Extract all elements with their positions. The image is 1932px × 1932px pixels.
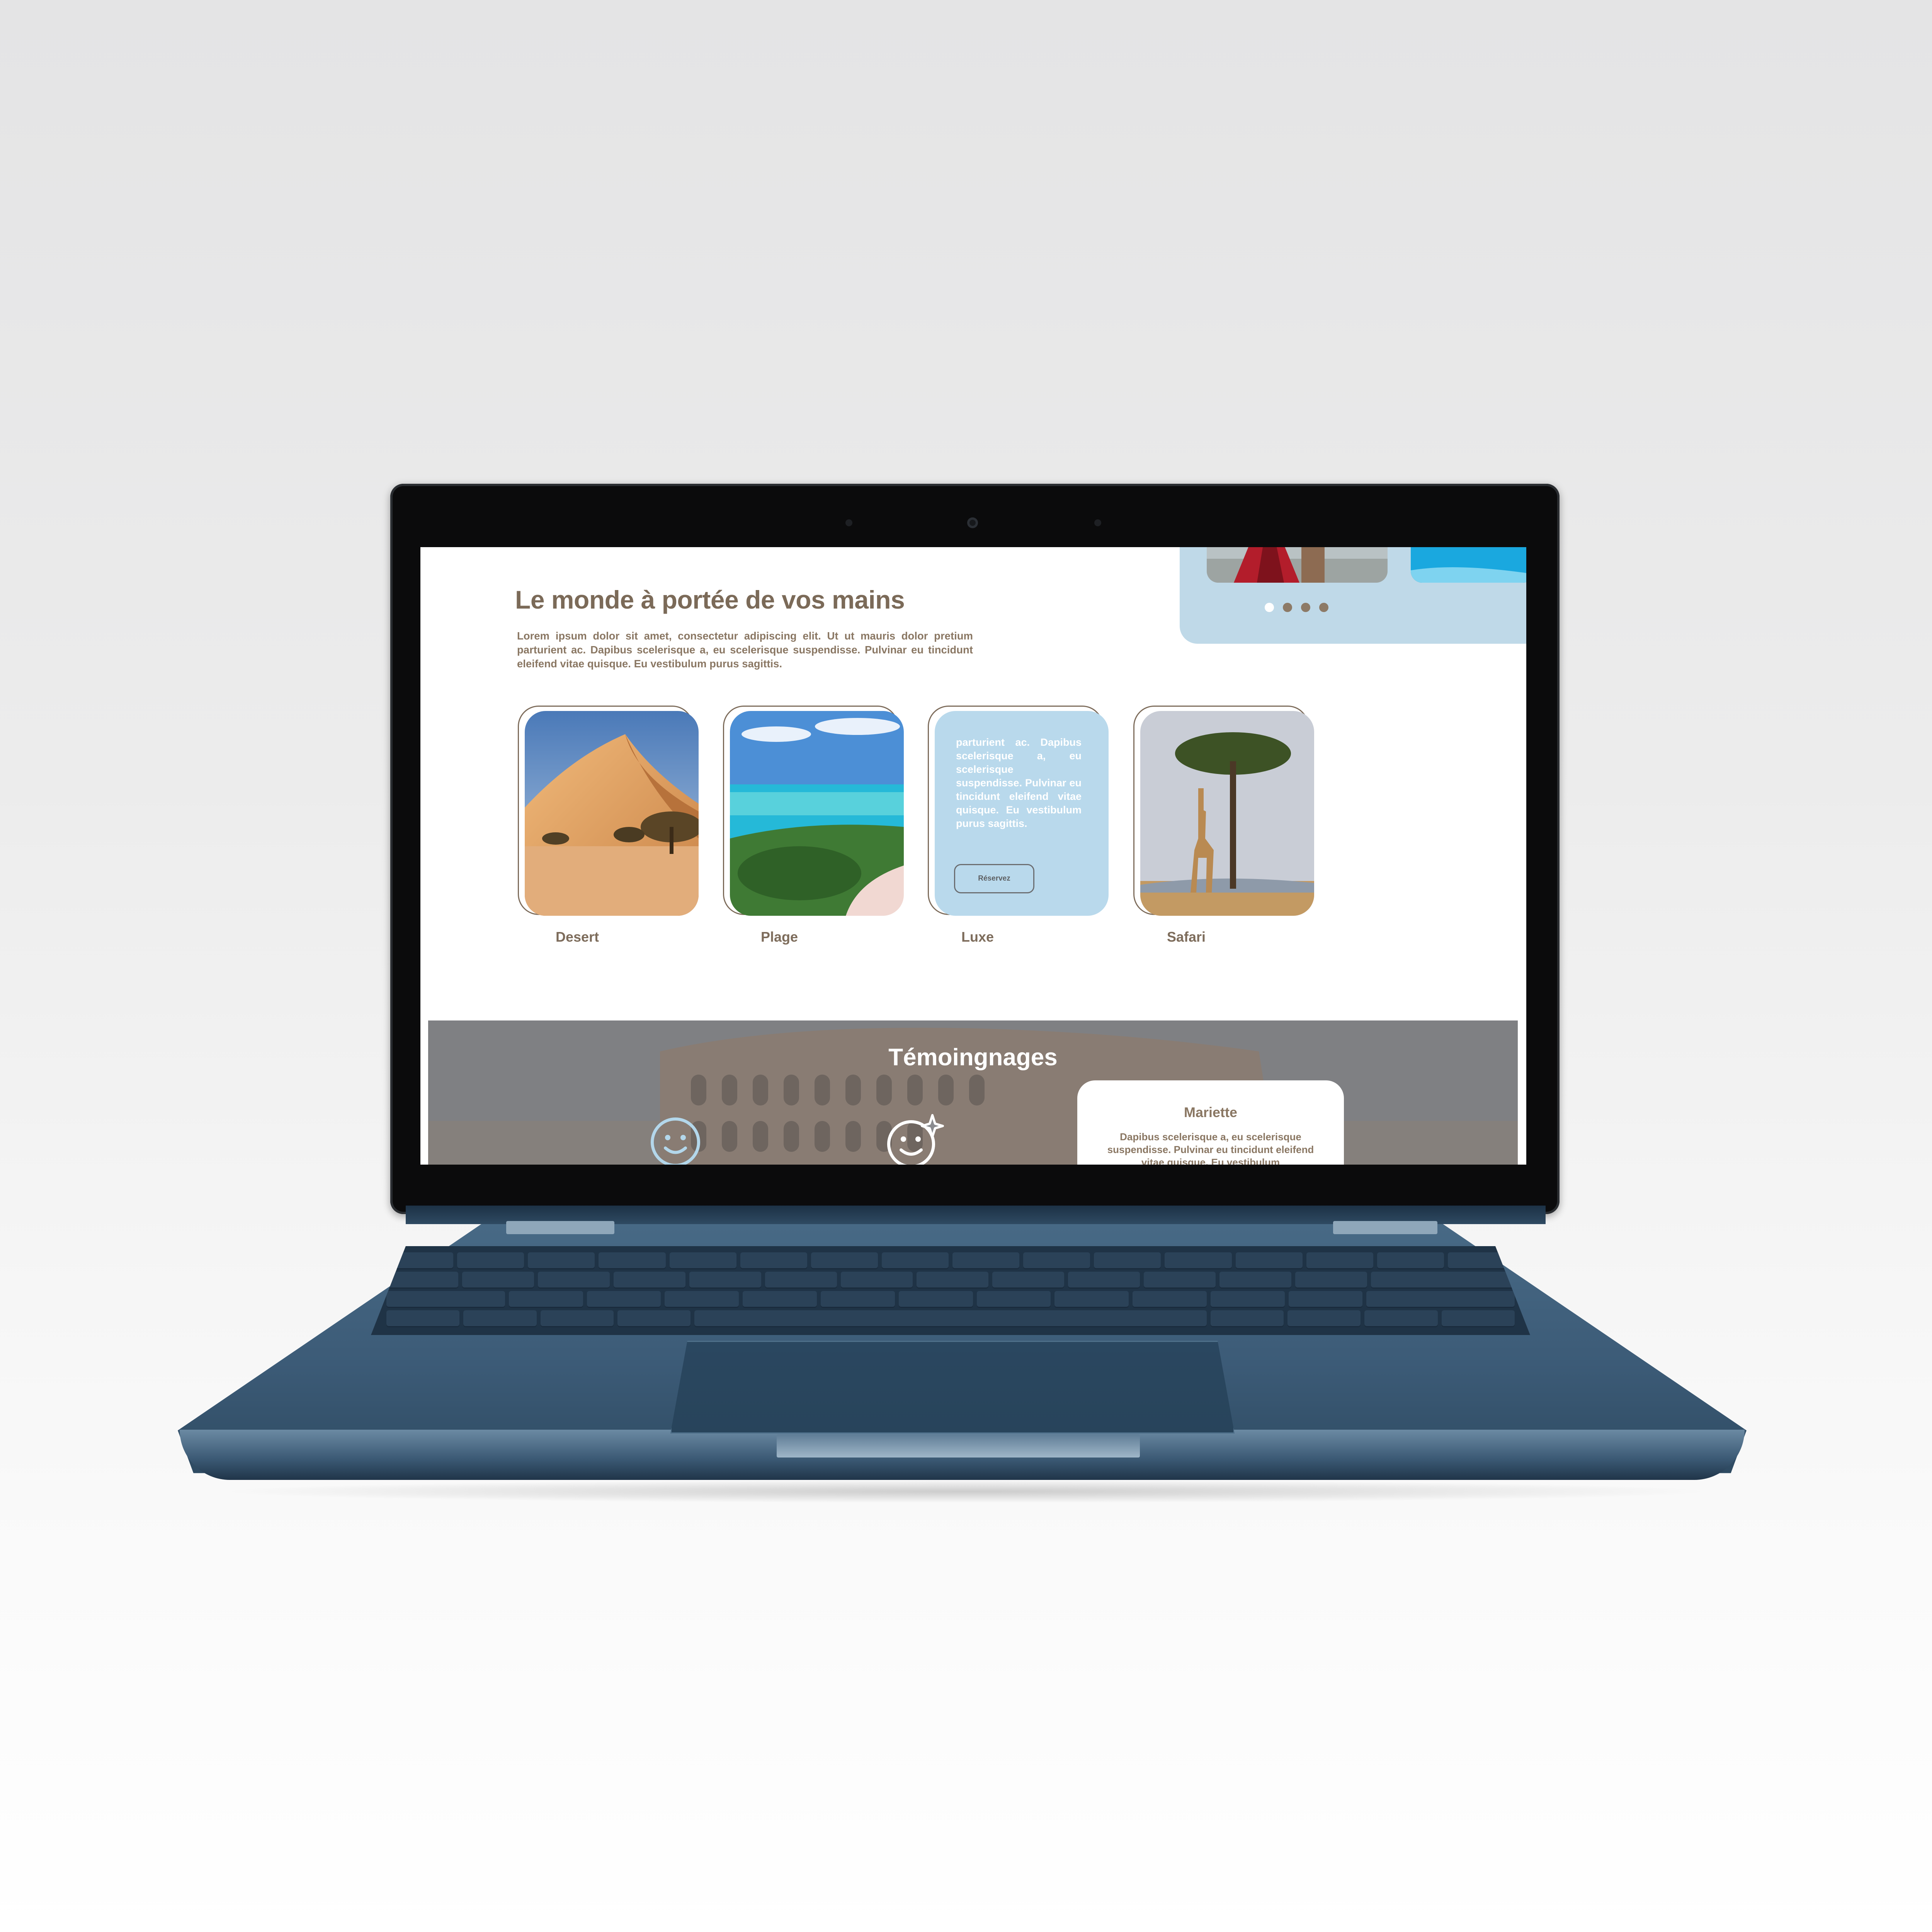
category-card-luxe[interactable]: parturient ac. Dapibus scelerisque a, eu… [928,706,1109,945]
lid-opening-notch [777,1434,1140,1458]
browser-viewport: Le monde à portée de vos mains Lorem ips… [420,547,1526,1165]
intro-paragraph: Lorem ipsum dolor sit amet, consectetur … [517,630,973,670]
card-label: Desert [556,929,599,945]
safari-image [1140,711,1314,916]
colosseum-background [428,1020,1518,1165]
card-label: Luxe [961,929,994,945]
hinge-right [1333,1221,1437,1234]
category-card-safari[interactable]: Safari [1133,706,1315,945]
beach-image [730,711,904,916]
sensor-dot [845,519,852,526]
testimonials-section: Témoingnages Mariette Dapibus scelerisqu… [428,1020,1518,1165]
smile-icon[interactable] [648,1115,702,1165]
slider-image-pool[interactable] [1411,547,1526,583]
luxe-info-panel: parturient ac. Dapibus scelerisque a, eu… [935,711,1109,916]
desert-image [525,711,699,916]
hinge-left [506,1221,614,1234]
card-label: Plage [761,929,798,945]
page-title: Le monde à portée de vos mains [515,585,905,614]
slider-dot[interactable] [1283,603,1292,612]
slider-dot[interactable] [1319,603,1328,612]
webcam-icon [967,517,978,528]
testimonial-card: Mariette Dapibus scelerisque a, eu scele… [1077,1080,1344,1165]
card-label: Safari [1167,929,1206,945]
slider-dot[interactable] [1265,603,1274,612]
slider-dot[interactable] [1301,603,1310,612]
category-card-desert[interactable]: Desert [518,706,699,945]
touchpad[interactable] [670,1341,1235,1434]
testimonial-author: Mariette [1184,1104,1238,1120]
category-card-plage[interactable]: Plage [723,706,905,945]
keyboard [371,1246,1530,1335]
sparkle-smile-icon[interactable] [884,1111,946,1165]
sensor-dot [1094,519,1101,526]
hero-slider [1180,547,1526,644]
laptop-shadow [216,1480,1716,1503]
testimonials-title: Témoingnages [888,1044,1058,1071]
slider-image-market[interactable] [1207,547,1388,583]
testimonial-text: Dapibus scelerisque a, eu scelerisque su… [1107,1131,1314,1165]
reserve-button[interactable]: Réservez [954,864,1034,893]
luxe-description: parturient ac. Dapibus scelerisque a, eu… [956,736,1082,829]
